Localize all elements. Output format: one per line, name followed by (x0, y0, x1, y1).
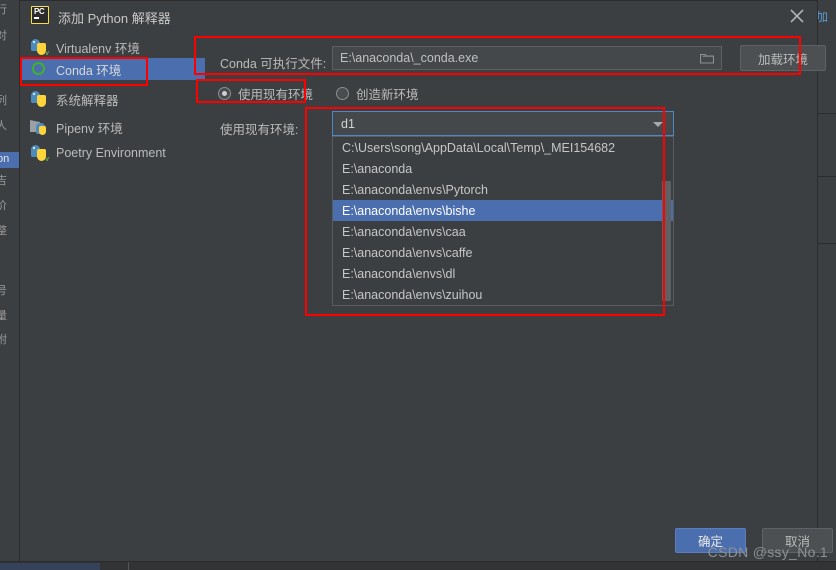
sidebar-item-virtualenv[interactable]: v Virtualenv 环境 (20, 36, 205, 58)
dropdown-scrollbar-thumb[interactable] (662, 181, 671, 301)
sidebar-item-label: Virtualenv 环境 (56, 41, 140, 56)
existing-environment-dropdown-list[interactable]: C:\Users\song\AppData\Local\Temp\_MEI154… (332, 136, 674, 306)
radio-create-new-environment[interactable]: 创造新环境 (336, 83, 419, 103)
bg-divider (818, 176, 836, 177)
existing-environment-value: d1 (341, 116, 355, 131)
background-status-bar (0, 561, 836, 570)
folder-glyph (699, 53, 715, 64)
bg-strip-selected-item: on (0, 152, 19, 168)
radio-dot-icon (336, 86, 349, 100)
watermark-text: CSDN @ssy_No.1 (707, 544, 828, 560)
sidebar-item-label: Conda 环境 (56, 63, 122, 78)
conda-ring-icon (30, 60, 48, 78)
close-icon[interactable] (786, 5, 808, 27)
dialog-titlebar: PC 添加 Python 解释器 (20, 1, 817, 31)
background-status-segment (0, 563, 100, 570)
pipenv-icon (30, 118, 48, 136)
radio-use-existing-environment[interactable]: 使用现有环境 (218, 83, 313, 103)
close-glyph (790, 9, 804, 23)
python-poetry-icon: v (30, 144, 49, 163)
radio-label: 创造新环境 (356, 87, 419, 102)
background-right-edge: 加 (817, 0, 836, 562)
bg-strip-char: 行 (0, 4, 18, 17)
python-venv-icon: v (30, 38, 49, 57)
bg-divider (818, 113, 836, 114)
bg-strip-selected-label: on (0, 153, 10, 165)
conda-executable-label: Conda 可执行文件: (220, 57, 327, 71)
background-left-toolwindow-strip: 行 对 列 人 on 吉 价 整 号 量 附 (0, 0, 20, 562)
list-item[interactable]: E:\anaconda (333, 158, 673, 179)
python-icon (30, 90, 48, 108)
dialog-title: 添加 Python 解释器 (58, 11, 171, 26)
sidebar-item-label: 系统解释器 (56, 93, 119, 108)
pycharm-logo-icon: PC (31, 6, 49, 24)
list-item[interactable]: E:\anaconda\envs\dl (333, 263, 673, 284)
folder-browse-icon[interactable] (699, 52, 715, 64)
conda-executable-value: E:\anaconda\_conda.exe (340, 51, 479, 65)
bg-strip-char: 人 (0, 120, 18, 133)
load-environment-button[interactable]: 加载环境 (740, 45, 826, 71)
list-item[interactable]: E:\anaconda\envs\caa (333, 221, 673, 242)
background-status-divider (128, 562, 129, 570)
bg-strip-char: 号 (0, 285, 18, 298)
chevron-down-icon[interactable] (653, 122, 663, 127)
list-item-selected[interactable]: E:\anaconda\envs\bishe (333, 200, 673, 221)
list-item[interactable]: E:\anaconda\envs\Pytorch (333, 179, 673, 200)
sidebar-item-system-interpreter[interactable]: 系统解释器 (20, 88, 205, 110)
bg-divider (818, 243, 836, 244)
bg-strip-char: 对 (0, 30, 18, 43)
bg-strip-char: 量 (0, 310, 18, 323)
list-item[interactable]: C:\Users\song\AppData\Local\Temp\_MEI154… (333, 137, 673, 158)
list-item[interactable]: E:\anaconda\envs\caffe (333, 242, 673, 263)
bg-strip-char: 列 (0, 95, 18, 108)
conda-environment-panel: Conda 可执行文件: E:\anaconda\_conda.exe 加载环境… (205, 32, 826, 532)
existing-environment-label: 使用现有环境: (220, 123, 299, 137)
bg-strip-char: 附 (0, 334, 18, 347)
radio-label: 使用现有环境 (238, 87, 314, 102)
sidebar-item-conda[interactable]: Conda 环境 (20, 58, 205, 80)
list-item[interactable]: E:\anaconda\envs\zuihou (333, 284, 673, 305)
conda-executable-input[interactable]: E:\anaconda\_conda.exe (332, 46, 722, 70)
sidebar-item-pipenv[interactable]: Pipenv 环境 (20, 116, 205, 138)
sidebar-item-label: Poetry Environment (56, 146, 166, 160)
bg-strip-char: 整 (0, 225, 18, 238)
bg-strip-char: 价 (0, 200, 18, 213)
radio-dot-icon (218, 86, 231, 100)
bg-right-fragment-label: 加 (817, 10, 828, 24)
sidebar-item-poetry[interactable]: v Poetry Environment (20, 142, 205, 164)
interpreter-type-sidebar: v Virtualenv 环境 Conda 环境 系统解释器 Pipenv 环境 (20, 32, 205, 163)
sidebar-item-label: Pipenv 环境 (56, 121, 123, 136)
existing-environment-combobox[interactable]: d1 (332, 111, 674, 136)
add-python-interpreter-dialog: PC 添加 Python 解释器 v Virtualenv 环境 Conda 环… (19, 0, 833, 562)
bg-strip-char: 吉 (0, 175, 18, 188)
